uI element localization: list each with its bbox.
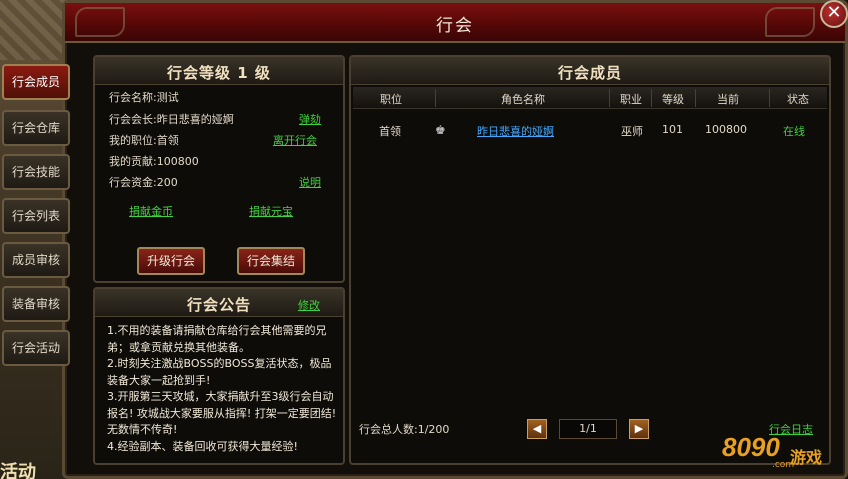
member-current: 100800 xyxy=(705,123,747,136)
leave-guild-link[interactable]: 离开行会 xyxy=(273,132,317,148)
guild-info-header: 行会等级 1 级 xyxy=(95,57,343,85)
member-name-link[interactable]: 昨日悲喜的娅婀 xyxy=(477,123,554,139)
column-header-position: 职位 xyxy=(380,93,402,106)
member-position: 首领 xyxy=(379,125,401,138)
impeach-link[interactable]: 弹劾 xyxy=(299,111,321,127)
notice-line: 3.开服第三天攻城，大家捐献升至3级行会自动报名! 攻城战大家要服从指挥! 打架… xyxy=(107,390,337,436)
prev-page-button[interactable]: ◀ xyxy=(527,419,547,439)
guild-name-row: 行会名称:测试 xyxy=(109,89,179,105)
column-header-name: 角色名称 xyxy=(501,93,545,106)
column-divider xyxy=(609,89,610,107)
page-indicator: 1/1 xyxy=(559,419,617,439)
column-header-class: 职业 xyxy=(620,93,642,106)
tab-guild-warehouse[interactable]: 行会仓库 xyxy=(2,110,70,146)
explain-link[interactable]: 说明 xyxy=(299,174,321,190)
guild-funds-label: 行会资金: xyxy=(109,176,157,189)
tab-guild-members[interactable]: 行会成员 xyxy=(2,64,70,100)
members-table-header: 职位 角色名称 职业 等级 当前 状态 xyxy=(353,87,827,109)
next-page-button[interactable]: ▶ xyxy=(629,419,649,439)
members-panel: 行会成员 职位 角色名称 职业 等级 当前 状态 首领 ♚ 昨日悲喜的娅婀 巫师… xyxy=(349,55,831,465)
guild-gather-button[interactable]: 行会集结 xyxy=(237,247,305,275)
donate-yuanbao-link[interactable]: 捐献元宝 xyxy=(249,203,293,219)
guild-info-panel: 行会等级 1 级 行会名称:测试 行会会长:昨日悲喜的娅婀 弹劾 我的职位:首领… xyxy=(93,55,345,283)
tab-member-review[interactable]: 成员审核 xyxy=(2,242,70,278)
watermark-game: 游戏 xyxy=(790,448,823,467)
guild-leader-row: 行会会长:昨日悲喜的娅婀 xyxy=(109,111,234,127)
notice-line: 4.经验副本、装备回收可获得大量经验! xyxy=(107,439,298,453)
member-status: 在线 xyxy=(783,125,805,138)
upgrade-guild-button[interactable]: 升级行会 xyxy=(137,247,205,275)
column-header-current: 当前 xyxy=(717,93,739,106)
member-class: 巫师 xyxy=(621,125,643,138)
crown-icon: ♚ xyxy=(435,123,446,137)
donate-gold-link[interactable]: 捐献金币 xyxy=(129,203,173,219)
member-total: 行会总人数:1/200 xyxy=(359,423,450,436)
my-position-label: 我的职位: xyxy=(109,134,157,147)
column-divider xyxy=(695,89,696,107)
titlebar: 行会 xyxy=(65,3,845,43)
my-contrib-label: 我的贡献: xyxy=(109,155,157,168)
column-header-level: 等级 xyxy=(662,93,684,106)
close-button[interactable]: ✕ xyxy=(820,0,848,28)
column-divider xyxy=(435,89,436,107)
watermark-logo: 8090 游戏 .com xyxy=(722,428,842,472)
guild-name-label: 行会名称: xyxy=(109,91,157,104)
tab-guild-list[interactable]: 行会列表 xyxy=(2,198,70,234)
watermark-brand: 8090 xyxy=(722,432,780,462)
notice-text: 1.不用的装备请捐献仓库给行会其他需要的兄弟；或拿贡献兑换其他装备。 2.时刻关… xyxy=(107,323,341,455)
column-header-status: 状态 xyxy=(787,93,809,106)
my-position-row: 我的职位:首领 xyxy=(109,132,179,148)
guild-name-value: 测试 xyxy=(156,91,179,104)
edit-notice-link[interactable]: 修改 xyxy=(298,297,320,313)
guild-funds-row: 行会资金:200 xyxy=(109,174,178,190)
column-divider xyxy=(651,89,652,107)
tab-guild-activity[interactable]: 行会活动 xyxy=(2,330,70,366)
tab-guild-skills[interactable]: 行会技能 xyxy=(2,154,70,190)
window-title: 行会 xyxy=(436,16,474,36)
guild-funds-value: 200 xyxy=(156,176,178,189)
tab-equipment-review[interactable]: 装备审核 xyxy=(2,286,70,322)
guild-leader-label: 行会会长: xyxy=(109,113,157,126)
guild-leader-value: 昨日悲喜的娅婀 xyxy=(156,113,234,126)
member-level: 101 xyxy=(662,123,683,136)
notice-line: 1.不用的装备请捐献仓库给行会其他需要的兄弟；或拿贡献兑换其他装备。 xyxy=(107,324,327,354)
background-text: 活动 xyxy=(0,462,36,479)
notice-line: 2.时刻关注激战BOSS的BOSS复活状态，极品装备大家一起抢到手! xyxy=(107,357,332,387)
my-position-value: 首领 xyxy=(156,134,179,147)
watermark-domain: .com xyxy=(772,460,795,470)
guild-level-title: 行会等级 1 级 xyxy=(167,64,271,82)
notice-panel: 行会公告 修改 1.不用的装备请捐献仓库给行会其他需要的兄弟；或拿贡献兑换其他装… xyxy=(93,287,345,465)
my-contrib-value: 100800 xyxy=(156,155,199,168)
members-header: 行会成员 xyxy=(351,57,829,85)
column-divider xyxy=(769,89,770,107)
my-contrib-row: 我的贡献:100800 xyxy=(109,153,199,169)
members-title: 行会成员 xyxy=(557,64,622,82)
guild-window: 行会 行会等级 1 级 行会名称:测试 行会会长:昨日悲喜的娅婀 弹劾 我的职位… xyxy=(62,0,848,479)
